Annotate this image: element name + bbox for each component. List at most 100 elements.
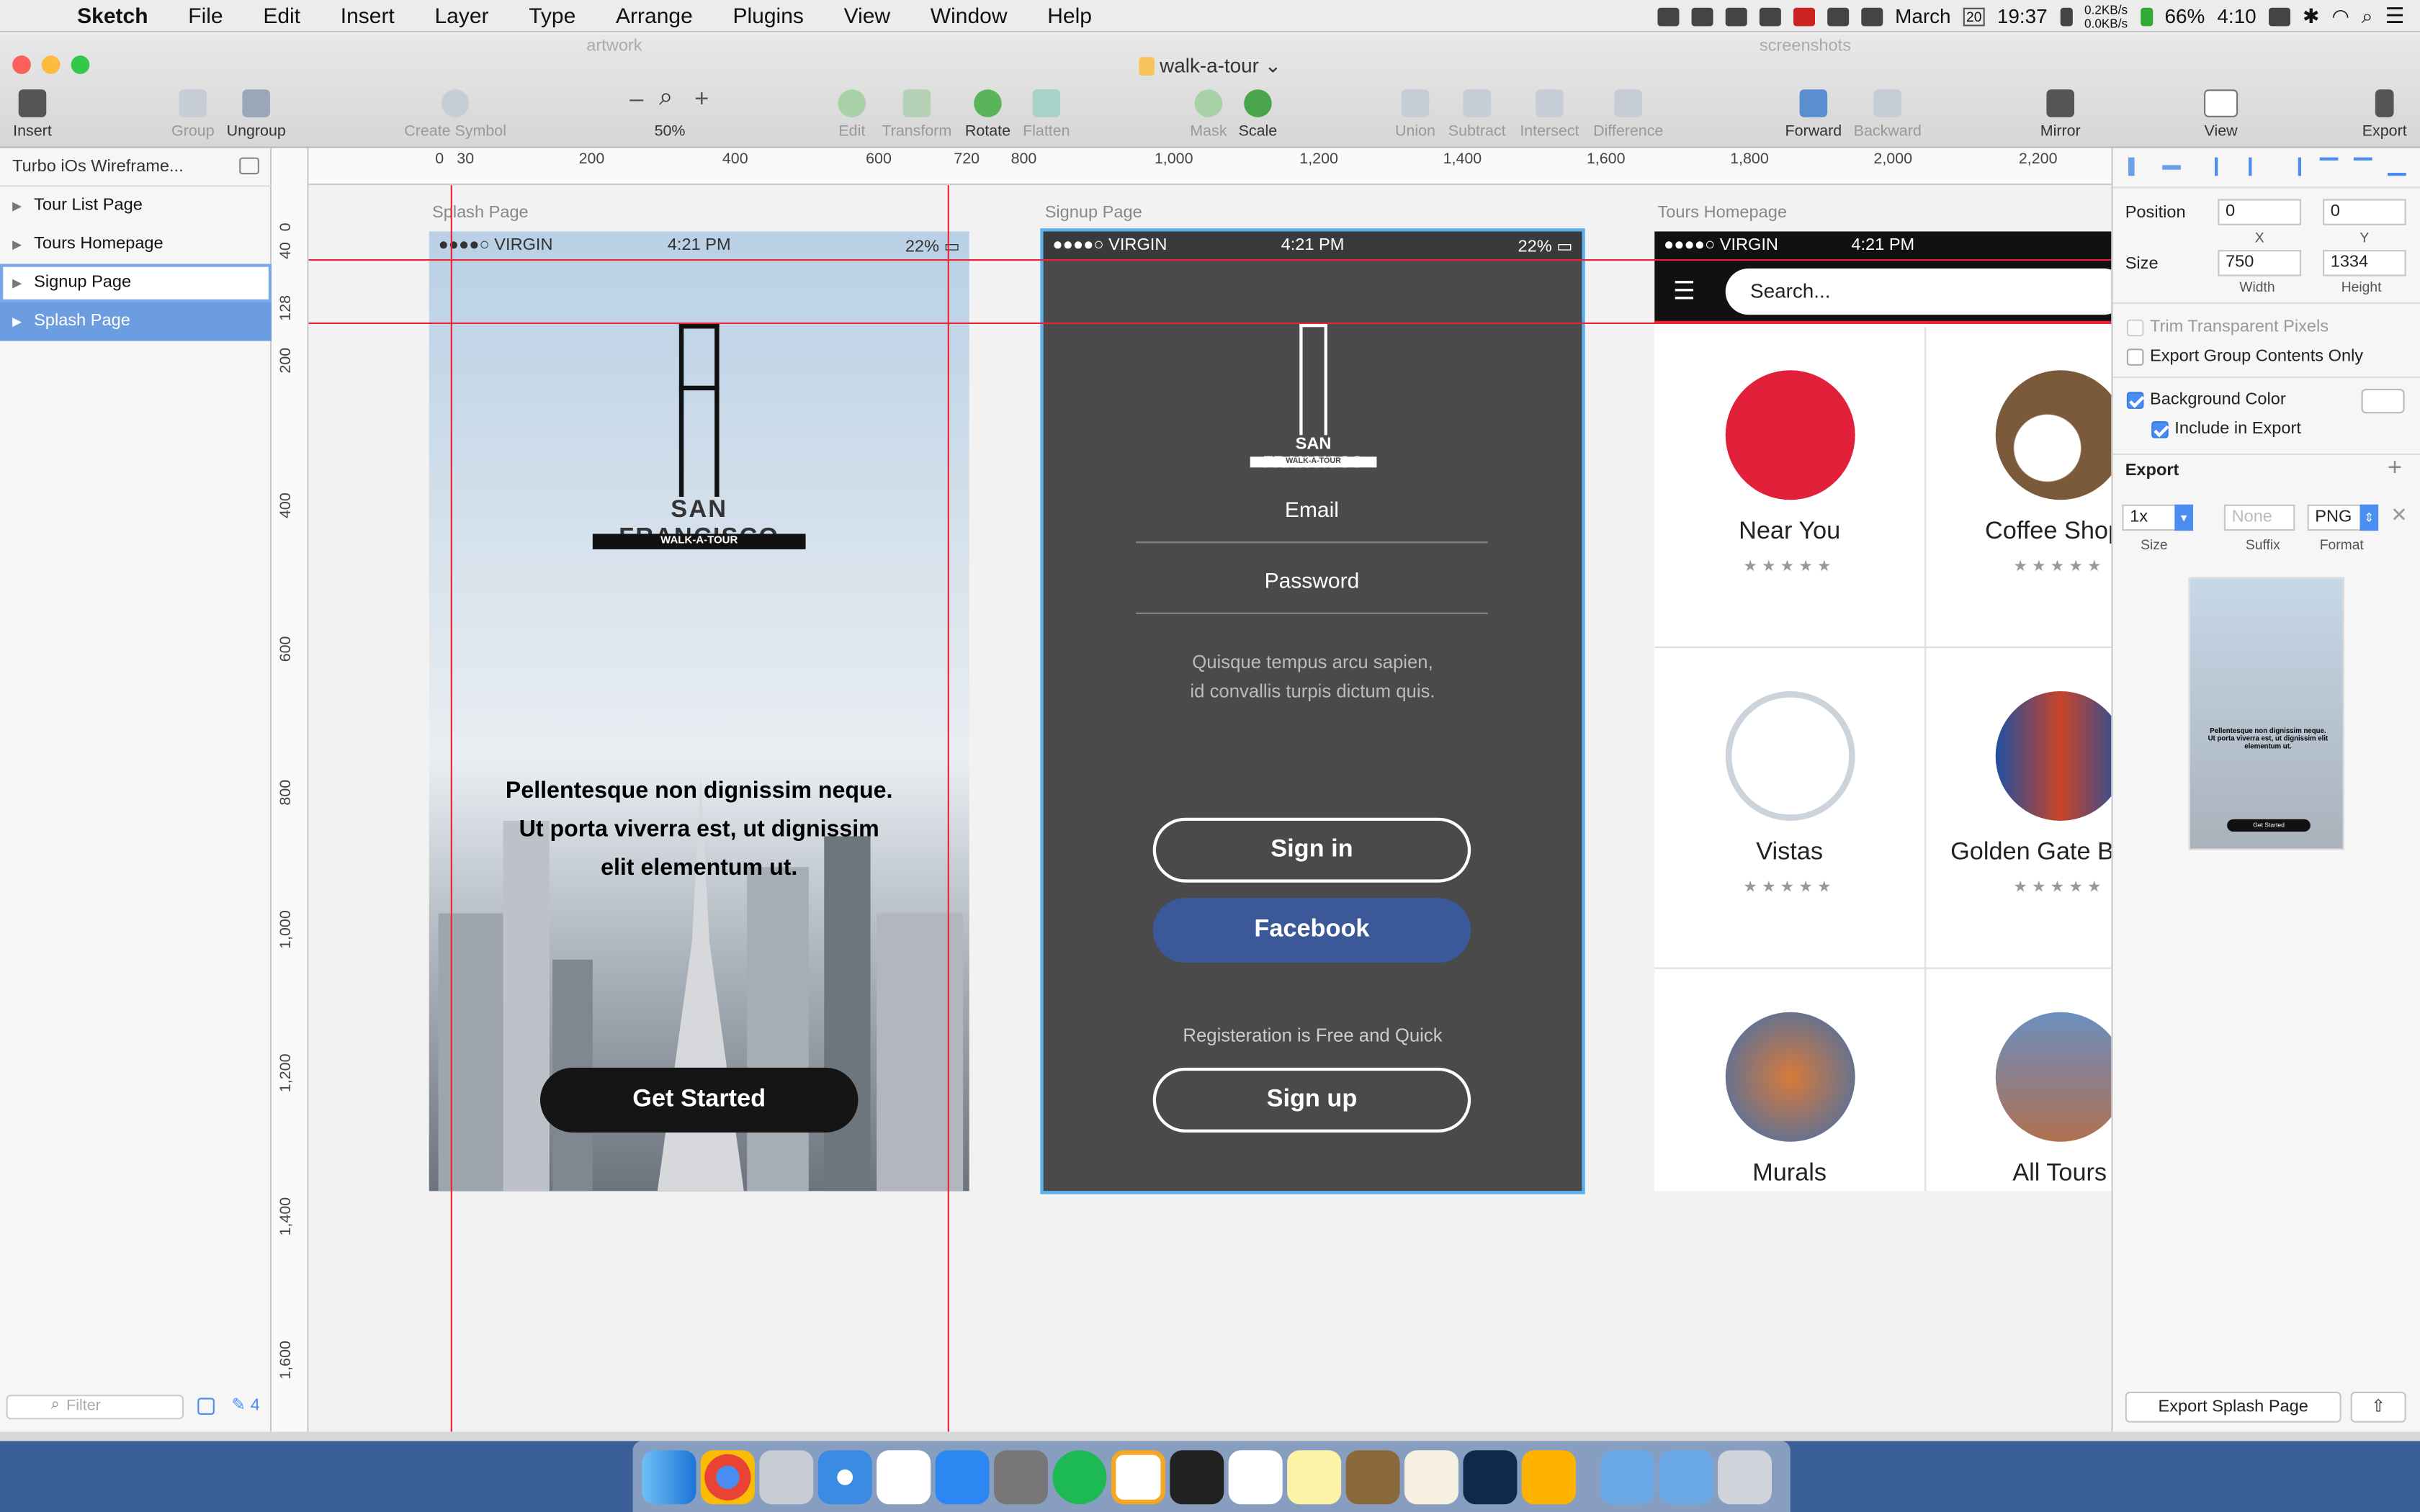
downloads-folder-icon[interactable]	[1659, 1449, 1713, 1504]
position-x-input[interactable]: 0	[2218, 199, 2301, 225]
add-export-icon[interactable]: +	[2388, 455, 2402, 483]
menu-app-sketch[interactable]: Sketch	[68, 3, 168, 27]
bookmark-icon[interactable]	[1793, 6, 1815, 26]
slack-icon[interactable]	[1228, 1449, 1283, 1504]
date-label[interactable]: March	[1895, 4, 1950, 27]
position-y-input[interactable]: 0	[2323, 199, 2406, 225]
terminal-icon[interactable]	[1170, 1449, 1224, 1504]
menu-type[interactable]: Type	[508, 3, 596, 27]
dropbox-icon[interactable]	[1657, 6, 1680, 26]
airplay-icon[interactable]	[2268, 6, 2290, 26]
mirror-button[interactable]: Mirror	[2007, 89, 2115, 140]
remove-export-icon[interactable]: ✕	[2390, 503, 2407, 528]
flatten-button[interactable]: Flatten	[992, 89, 1101, 140]
trash-icon[interactable]	[1718, 1449, 1772, 1504]
category-cell-all-tours[interactable]: All Tours	[1924, 969, 2112, 1192]
height-input[interactable]: 1334	[2323, 250, 2406, 276]
battery-percent[interactable]: 66%	[2164, 4, 2205, 27]
menu-layer[interactable]: Layer	[415, 3, 509, 27]
menu-clock[interactable]: 19:37	[1997, 4, 2048, 27]
scale-button[interactable]: Scale	[1204, 89, 1312, 140]
category-cell-vistas[interactable]: Vistas ★★★★★	[1654, 648, 1927, 969]
chevron-updown-icon[interactable]: ⇕	[2360, 504, 2379, 531]
notes-icon[interactable]	[1287, 1449, 1342, 1504]
horizontal-guide[interactable]	[308, 322, 2112, 324]
notification-center-icon[interactable]: ☰	[2385, 3, 2405, 29]
horizontal-guide[interactable]	[308, 259, 2112, 261]
width-input[interactable]: 750	[2218, 250, 2301, 276]
menu-window[interactable]: Window	[910, 3, 1027, 27]
page-dropdown-icon[interactable]	[239, 157, 259, 175]
facebook-button[interactable]: Facebook	[1152, 898, 1471, 963]
signup-artboard[interactable]: ●●●●○ VIRGIN 4:21 PM 22% ▭ SAN FRANCISCO…	[1040, 228, 1585, 1194]
get-started-button[interactable]: Get Started	[540, 1067, 859, 1133]
bluetooth-icon[interactable]: ✱	[2303, 4, 2319, 28]
symbols-icon[interactable]	[197, 1398, 215, 1415]
network-speed[interactable]: 0.2KB/s 0.0KB/s	[2084, 2, 2128, 30]
zoom-out-button[interactable]: –	[629, 86, 643, 114]
page-selector[interactable]: Turbo iOs Wireframe...	[0, 148, 272, 187]
export-splash-button[interactable]: Export Splash Page	[2125, 1391, 2341, 1423]
layer-tour-list-page[interactable]: ▶ Tour List Page	[0, 186, 272, 225]
menu-plugins[interactable]: Plugins	[713, 3, 824, 27]
calendar-icon[interactable]	[877, 1449, 931, 1504]
backward-button[interactable]: Backward	[1834, 89, 1942, 140]
vertical-guide[interactable]	[947, 185, 949, 1432]
category-cell-golden-gate[interactable]: Golden Gate Bridge ★★★★★	[1924, 648, 2112, 969]
share-icon[interactable]: ⇧	[2350, 1391, 2406, 1423]
align-center-icon[interactable]	[2249, 157, 2267, 176]
memory-icon[interactable]	[2059, 6, 2072, 26]
password-field[interactable]: Password	[1136, 568, 1488, 614]
finder-icon[interactable]	[642, 1449, 696, 1504]
background-color-swatch[interactable]	[2361, 389, 2405, 414]
align-right-icon[interactable]	[2282, 157, 2301, 176]
speed-icon[interactable]	[1827, 6, 1849, 26]
menu-arrange[interactable]: Arrange	[596, 3, 712, 27]
canvas[interactable]: Splash Page Signup Page Tours Homepage ●…	[308, 185, 2112, 1432]
system-preferences-icon[interactable]	[994, 1449, 1048, 1504]
email-field[interactable]: Email	[1136, 497, 1488, 544]
artboard-label-tours[interactable]: Tours Homepage	[1657, 204, 1787, 222]
background-color-checkbox[interactable]	[2126, 392, 2144, 409]
artboard-label-splash[interactable]: Splash Page	[432, 204, 529, 222]
cloud-icon[interactable]	[1860, 6, 1883, 26]
vertical-guide[interactable]	[450, 185, 452, 1432]
spotlight-search-icon[interactable]: ⌕	[2362, 4, 2373, 28]
export-group-checkbox[interactable]	[2126, 348, 2144, 366]
ungroup-button[interactable]: Ungroup	[202, 89, 310, 140]
sign-up-button[interactable]: Sign up	[1152, 1067, 1471, 1133]
layer-filter-input[interactable]: ⌕ Filter	[6, 1395, 184, 1420]
layer-tours-homepage[interactable]: ▶ Tours Homepage	[0, 225, 272, 264]
menu-help[interactable]: Help	[1027, 3, 1111, 27]
tours-artboard[interactable]: ●●●●○ VIRGIN 4:21 PM ☰ Search... Near Yo…	[1654, 231, 2112, 1192]
trim-checkbox[interactable]	[2126, 319, 2144, 337]
menu-view[interactable]: View	[824, 3, 910, 27]
launchpad-icon[interactable]	[759, 1449, 814, 1504]
zoom-in-button[interactable]: +	[694, 86, 709, 114]
align-bottom-icon[interactable]	[2388, 158, 2406, 176]
menu-file[interactable]: File	[168, 3, 243, 27]
photoshop-icon[interactable]	[1463, 1449, 1518, 1504]
layer-splash-page[interactable]: ▶ Splash Page	[0, 302, 272, 341]
menu-edit[interactable]: Edit	[243, 3, 320, 27]
clock-label[interactable]: 4:10	[2217, 4, 2256, 27]
export-toolbar-button[interactable]: Export	[2331, 89, 2420, 140]
ring-icon[interactable]	[1111, 1449, 1165, 1504]
category-cell-coffee-shops[interactable]: Coffee Shops ★★★★★	[1924, 327, 2112, 648]
align-top-icon[interactable]	[2319, 157, 2339, 176]
glasses-icon[interactable]	[1691, 6, 1713, 26]
create-symbol-button[interactable]: Create Symbol	[401, 89, 509, 140]
search-input[interactable]: Search...	[1725, 268, 2112, 315]
view-button[interactable]: View	[2167, 89, 2275, 140]
sketch-app-icon[interactable]	[1521, 1449, 1576, 1504]
layer-signup-page[interactable]: ▶ Signup Page	[0, 264, 272, 302]
include-in-export-checkbox[interactable]	[2151, 421, 2169, 438]
align-left-icon[interactable]	[2128, 157, 2135, 176]
keyboard-icon[interactable]	[1759, 6, 1781, 26]
category-cell-near-you[interactable]: Near You ★★★★★	[1654, 327, 1927, 648]
insert-button[interactable]: Insert	[0, 89, 86, 140]
textedit-icon[interactable]	[1404, 1449, 1458, 1504]
spotify-icon[interactable]	[1052, 1449, 1107, 1504]
artboard-label-signup[interactable]: Signup Page	[1045, 204, 1142, 222]
distribute-icon[interactable]	[2162, 165, 2181, 170]
